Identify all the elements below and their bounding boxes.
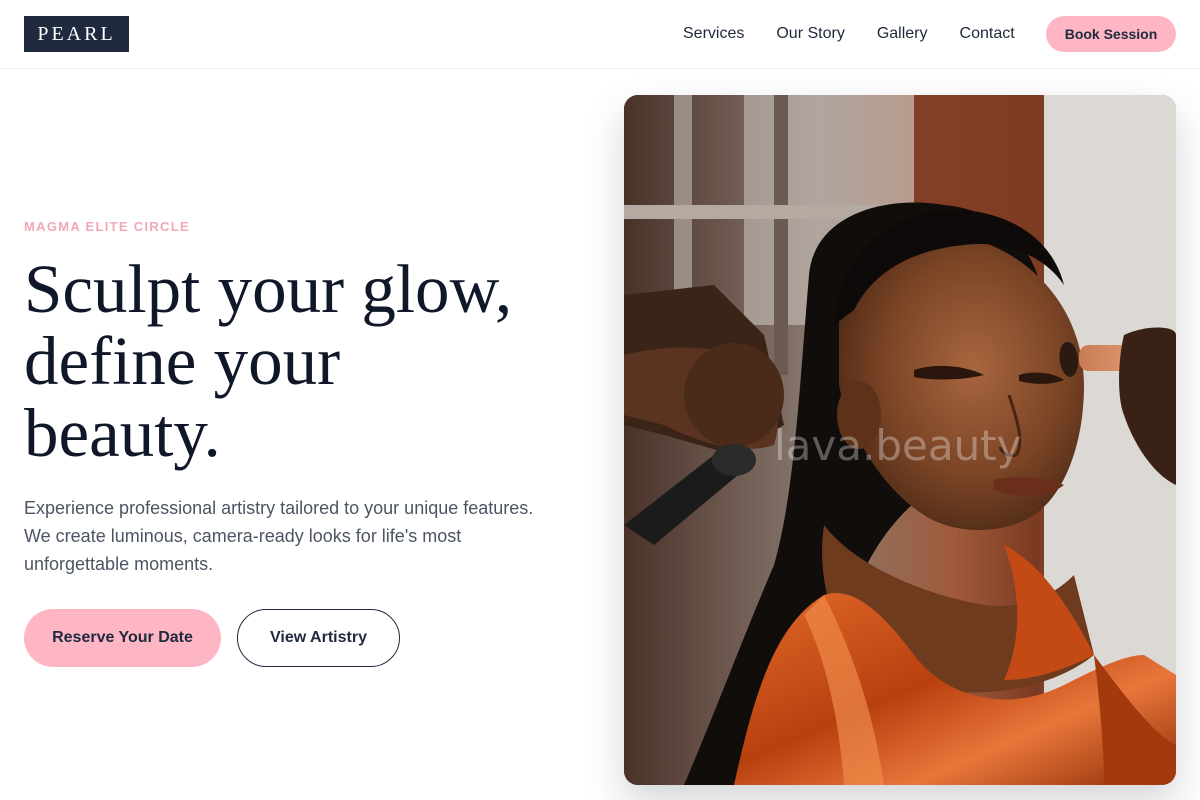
hero-eyebrow: MAGMA ELITE CIRCLE [24,219,190,234]
logo[interactable]: PEARL [24,16,129,52]
headline-line: define your [24,323,341,399]
nav-link-services[interactable]: Services [683,25,744,43]
site-header: PEARL Services Our Story Gallery Contact… [0,0,1200,69]
nav-link-contact[interactable]: Contact [960,25,1015,43]
hero-headline: Sculpt your glow, define your beauty. [24,253,584,469]
book-session-button[interactable]: Book Session [1046,16,1176,52]
view-artistry-button[interactable]: View Artistry [237,609,400,667]
reserve-date-button[interactable]: Reserve Your Date [24,609,221,667]
headline-line: Sculpt your glow, [24,251,513,327]
main-nav: Services Our Story Gallery Contact [683,22,1015,46]
nav-link-gallery[interactable]: Gallery [877,25,928,43]
description-line: We create luminous, camera-ready looks f… [24,526,462,546]
headline-line: beauty. [24,395,221,471]
nav-link-our-story[interactable]: Our Story [776,25,844,43]
description-line: Experience professional artistry tailore… [24,498,534,518]
description-line: unforgettable moments. [24,554,214,574]
hero-description: Experience professional artistry tailore… [24,494,554,578]
hero-photo: lava.beauty [624,95,1176,785]
image-watermark: lava.beauty [774,421,1022,470]
